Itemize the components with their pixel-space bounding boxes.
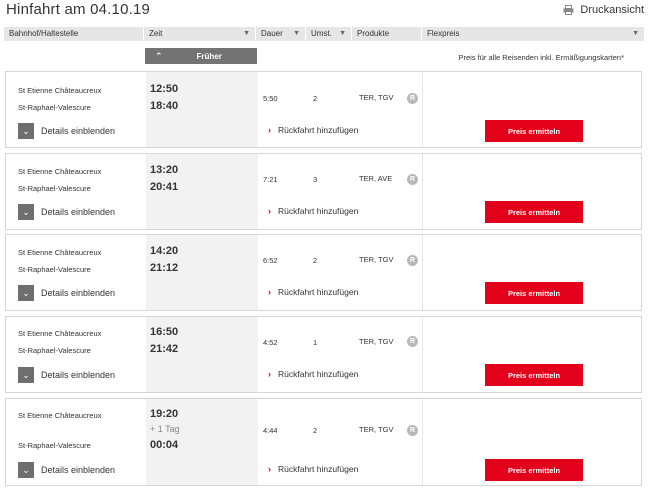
arrival-time: 21:42 — [150, 343, 179, 355]
get-price-button[interactable]: Preis ermitteln — [485, 201, 583, 223]
arrival-station: St-Raphael-Valescure — [18, 441, 91, 450]
reservation-icon: R — [407, 425, 418, 436]
reservation-icon: R — [407, 93, 418, 104]
column-header-products: Produkte — [352, 27, 422, 41]
connection-card: St Etienne Châteaucreux St-Raphael-Vales… — [5, 316, 642, 393]
add-return-link[interactable]: › Rückfahrt hinzufügen — [268, 287, 358, 297]
departure-station: St Etienne Châteaucreux — [18, 167, 102, 176]
arrival-station: St-Raphael-Valescure — [18, 184, 91, 193]
column-header-duration[interactable]: Dauer ▼ — [256, 27, 306, 41]
connection-card: St Etienne Châteaucreux St-Raphael-Vales… — [5, 398, 642, 486]
arrival-time: 00:04 — [150, 439, 179, 451]
add-return-link[interactable]: › Rückfahrt hinzufügen — [268, 369, 358, 379]
get-price-button[interactable]: Preis ermitteln — [485, 459, 583, 481]
chevron-down-icon: ⌄ — [18, 204, 34, 220]
add-return-link[interactable]: › Rückfahrt hinzufügen — [268, 125, 358, 135]
arrival-time: 18:40 — [150, 100, 179, 112]
departure-time: 13:20 — [150, 164, 179, 176]
earlier-button[interactable]: ⌃ Früher — [145, 48, 257, 64]
page-title: Hinfahrt am 04.10.19 — [6, 1, 151, 18]
price-note: Preis für alle Reisenden inkl. Ermäßigun… — [458, 53, 625, 62]
get-price-button[interactable]: Preis ermitteln — [485, 282, 583, 304]
details-toggle[interactable]: ⌄ Details einblenden — [18, 367, 115, 383]
reservation-icon: R — [407, 255, 418, 266]
departure-station: St Etienne Châteaucreux — [18, 411, 102, 420]
chevron-right-icon: › — [268, 125, 271, 135]
get-price-button[interactable]: Preis ermitteln — [485, 364, 583, 386]
details-toggle[interactable]: ⌄ Details einblenden — [18, 204, 115, 220]
products: TER, TGV — [359, 255, 394, 264]
departure-time: 14:20 — [150, 245, 179, 257]
duration: 6:52 — [263, 256, 278, 265]
arrival-station: St-Raphael-Valescure — [18, 103, 91, 112]
arrival-station: St-Raphael-Valescure — [18, 265, 91, 274]
chevron-right-icon: › — [268, 287, 271, 297]
products: TER, AVE — [359, 174, 393, 183]
arrival-station: St-Raphael-Valescure — [18, 346, 91, 355]
departure-time: 16:50 — [150, 326, 179, 338]
departure-time: 19:20 — [150, 408, 179, 420]
chevron-right-icon: › — [268, 464, 271, 474]
next-day-note: + 1 Tag — [150, 424, 180, 434]
connection-card: St Etienne Châteaucreux St-Raphael-Vales… — [5, 234, 642, 311]
changes-count: 3 — [313, 175, 318, 184]
chevron-right-icon: › — [268, 206, 271, 216]
departure-station: St Etienne Châteaucreux — [18, 329, 102, 338]
chevron-right-icon: › — [268, 369, 271, 379]
details-toggle[interactable]: ⌄ Details einblenden — [18, 285, 115, 301]
connection-card: St Etienne Châteaucreux St-Raphael-Vales… — [5, 153, 642, 230]
column-header-station: Bahnhof/Haltestelle — [4, 27, 144, 41]
chevron-down-icon: ⌄ — [18, 462, 34, 478]
chevron-down-icon: ▼ — [243, 30, 250, 37]
duration: 5:50 — [263, 94, 278, 103]
column-header-flexprice[interactable]: Flexpreis ▼ — [422, 27, 644, 41]
details-toggle[interactable]: ⌄ Details einblenden — [18, 123, 115, 139]
column-header-row: Bahnhof/Haltestelle Zeit ▼ Dauer ▼ Umst.… — [4, 27, 644, 41]
add-return-link[interactable]: › Rückfahrt hinzufügen — [268, 464, 358, 474]
changes-count: 2 — [313, 94, 318, 103]
departure-time: 12:50 — [150, 83, 179, 95]
column-header-changes[interactable]: Umst. ▼ — [306, 27, 352, 41]
duration: 4:44 — [263, 426, 278, 435]
details-toggle[interactable]: ⌄ Details einblenden — [18, 462, 115, 478]
chevron-down-icon: ▼ — [632, 30, 639, 37]
chevron-down-icon: ⌄ — [18, 123, 34, 139]
products: TER, TGV — [359, 93, 394, 102]
reservation-icon: R — [407, 336, 418, 347]
printer-icon — [563, 5, 574, 15]
changes-count: 2 — [313, 256, 318, 265]
arrival-time: 21:12 — [150, 262, 179, 274]
departure-station: St Etienne Châteaucreux — [18, 86, 102, 95]
duration: 4:52 — [263, 338, 278, 347]
chevron-down-icon: ⌄ — [18, 285, 34, 301]
products: TER, TGV — [359, 337, 394, 346]
departure-station: St Etienne Châteaucreux — [18, 248, 102, 257]
chevron-up-icon: ⌃ — [155, 50, 163, 61]
products: TER, TGV — [359, 425, 394, 434]
changes-count: 2 — [313, 426, 318, 435]
chevron-down-icon: ▼ — [293, 30, 300, 37]
duration: 7:21 — [263, 175, 278, 184]
add-return-link[interactable]: › Rückfahrt hinzufügen — [268, 206, 358, 216]
get-price-button[interactable]: Preis ermitteln — [485, 120, 583, 142]
arrival-time: 20:41 — [150, 181, 179, 193]
print-view-link[interactable]: Druckansicht — [563, 4, 644, 16]
changes-count: 1 — [313, 338, 318, 347]
chevron-down-icon: ⌄ — [18, 367, 34, 383]
print-view-label: Druckansicht — [580, 4, 644, 16]
connection-card: St Etienne Châteaucreux St-Raphael-Vales… — [5, 71, 642, 148]
reservation-icon: R — [407, 174, 418, 185]
column-header-time[interactable]: Zeit ▼ — [144, 27, 256, 41]
chevron-down-icon: ▼ — [339, 30, 346, 37]
